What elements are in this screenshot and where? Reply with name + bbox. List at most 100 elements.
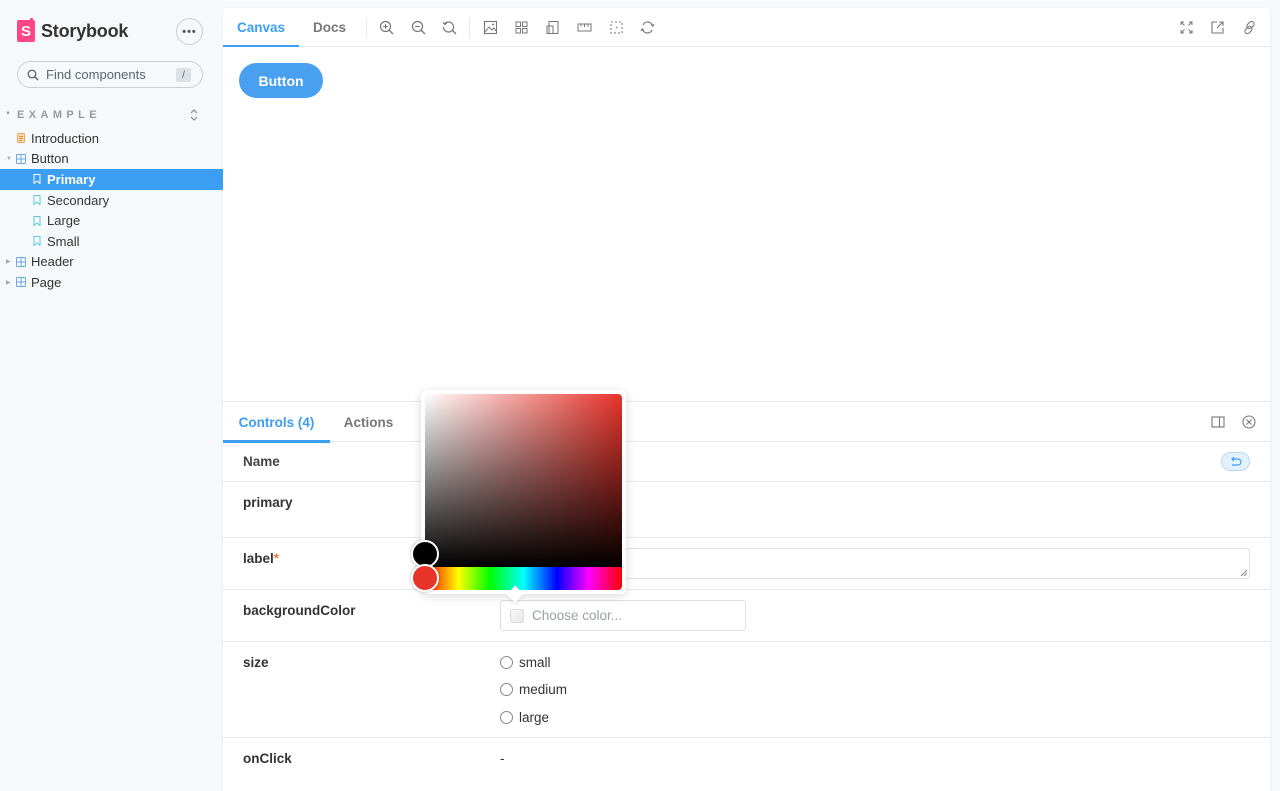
story-tree: Introduction ▼ Button Primary Secondary …	[0, 128, 223, 293]
document-icon	[17, 133, 25, 144]
tree-item-label: Page	[31, 274, 62, 290]
tree-item-large[interactable]: Large	[0, 210, 223, 231]
tree-item-label: Secondary	[47, 192, 110, 208]
control-row-size: size small medium large	[223, 642, 1270, 738]
outline-icon[interactable]	[609, 20, 624, 35]
measure-icon[interactable]	[577, 20, 592, 35]
brand[interactable]: S Storybook	[17, 18, 129, 42]
tree-item-button[interactable]: ▼ Button	[0, 149, 223, 170]
sidebar-menu-button[interactable]: •••	[176, 18, 203, 45]
tree-item-label: Large	[47, 213, 81, 229]
control-name: primary	[243, 495, 293, 510]
bookmark-icon	[33, 236, 41, 247]
radio-button[interactable]	[500, 711, 513, 724]
close-panel-icon[interactable]	[1242, 415, 1256, 429]
copy-link-icon[interactable]	[1242, 20, 1257, 35]
controls-header-row: Name	[223, 442, 1270, 482]
brand-name: Storybook	[41, 20, 129, 41]
control-name: size	[243, 655, 269, 670]
control-name: label*	[243, 551, 279, 566]
caret-down-icon: ▼	[6, 155, 12, 162]
addons-tabbar: Controls (4) Actions	[223, 402, 1270, 443]
toolbar: Canvas Docs	[223, 8, 1270, 48]
radio-button[interactable]	[500, 683, 513, 696]
radio-button[interactable]	[500, 656, 513, 669]
background-icon[interactable]	[483, 20, 498, 35]
bookmark-icon	[33, 174, 41, 185]
tree-item-primary[interactable]: Primary	[0, 169, 223, 190]
saturation-area[interactable]	[425, 394, 622, 567]
tree-item-label: Introduction	[31, 130, 99, 146]
resize-grip-icon[interactable]	[1240, 569, 1247, 576]
tab-controls[interactable]: Controls (4)	[223, 402, 330, 443]
viewport-icon[interactable]	[545, 20, 560, 35]
panel-orientation-icon[interactable]	[1211, 415, 1225, 429]
search-shortcut-key: /	[176, 68, 191, 82]
toolbar-divider	[469, 18, 470, 38]
control-name-text: label	[243, 551, 274, 566]
tree-item-header[interactable]: ▶ Header	[0, 252, 223, 273]
story-canvas: Button	[223, 47, 1270, 401]
zoom-in-icon[interactable]	[379, 20, 394, 35]
caret-right-icon: ▶	[6, 279, 11, 286]
story-button-preview[interactable]: Button	[239, 63, 323, 98]
bookmark-icon	[33, 215, 41, 226]
tree-item-label: Header	[31, 254, 74, 270]
control-row-label: label*	[223, 538, 1270, 590]
tab-canvas[interactable]: Canvas	[223, 8, 299, 48]
toolbar-divider	[366, 18, 367, 38]
open-new-tab-icon[interactable]	[1210, 20, 1225, 35]
caret-right-icon: ▶	[6, 259, 11, 266]
radio-label: medium	[519, 682, 568, 697]
radio-medium[interactable]: medium	[500, 682, 567, 697]
search-box[interactable]: /	[17, 61, 203, 88]
tab-docs[interactable]: Docs	[299, 8, 360, 47]
component-icon	[16, 277, 26, 288]
fullscreen-icon[interactable]	[1179, 20, 1194, 35]
radio-label: large	[519, 710, 550, 725]
search-input[interactable]	[46, 67, 171, 82]
radio-label: small	[519, 655, 551, 670]
bookmark-icon	[33, 195, 41, 206]
tree-item-secondary[interactable]: Secondary	[0, 190, 223, 211]
hue-slider[interactable]	[425, 567, 622, 590]
tree-item-page[interactable]: ▶ Page	[0, 272, 223, 293]
tab-actions[interactable]: Actions	[330, 402, 407, 442]
expand-collapse-icon[interactable]	[188, 108, 200, 122]
control-row-primary: primary	[223, 482, 1270, 538]
zoom-out-icon[interactable]	[411, 20, 426, 35]
tree-item-label: Button	[31, 151, 69, 167]
caret-down-icon: ▼	[5, 111, 11, 117]
section-title: EXAMPLE	[17, 109, 101, 121]
addons-panel: Controls (4) Actions Name primary label*…	[223, 401, 1270, 791]
tree-item-label: Primary	[47, 171, 96, 187]
component-icon	[16, 256, 26, 267]
color-picker-popover	[411, 390, 626, 594]
reset-controls-button[interactable]	[1221, 452, 1250, 471]
tree-item-introduction[interactable]: Introduction	[0, 128, 223, 149]
hue-handle[interactable]	[411, 564, 439, 592]
control-name: onClick	[243, 751, 292, 766]
color-placeholder: Choose color...	[532, 608, 623, 623]
section-header[interactable]: ▼ EXAMPLE	[0, 108, 223, 122]
tree-item-small[interactable]: Small	[0, 231, 223, 252]
control-value: -	[500, 751, 505, 766]
control-row-onclick: onClick -	[223, 738, 1270, 791]
color-swatch[interactable]	[510, 608, 524, 623]
remount-icon[interactable]	[640, 20, 655, 35]
tree-item-label: Small	[47, 233, 80, 249]
main-panel: Canvas Docs Button Controls (4) Actions …	[223, 8, 1270, 791]
search-icon	[27, 69, 39, 80]
storybook-logo-icon: S	[17, 18, 35, 42]
required-mark: *	[273, 551, 280, 566]
sidebar: S Storybook ••• / ▼ EXAMPLE Introduction…	[0, 0, 223, 791]
grid-icon[interactable]	[514, 20, 529, 35]
undo-icon	[1231, 456, 1242, 466]
zoom-reset-icon[interactable]	[442, 20, 457, 35]
column-header-name: Name	[243, 454, 280, 469]
control-name: backgroundColor	[243, 603, 356, 618]
control-row-backgroundcolor: backgroundColor Choose color...	[223, 590, 1270, 642]
radio-small[interactable]: small	[500, 655, 551, 670]
background-color-input[interactable]: Choose color...	[500, 600, 746, 631]
radio-large[interactable]: large	[500, 710, 549, 725]
